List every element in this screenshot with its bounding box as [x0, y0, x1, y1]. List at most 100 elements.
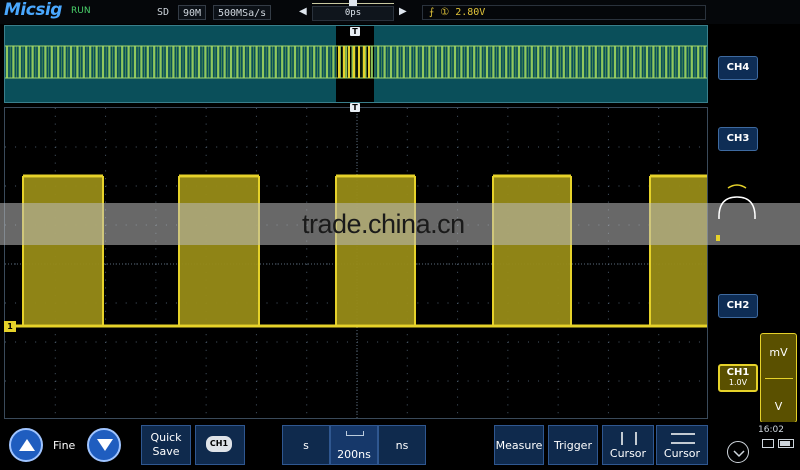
right-arrow-icon[interactable]: ▶ [399, 6, 407, 17]
quick-save-button[interactable]: Quick Save [141, 425, 191, 465]
grid-dot [135, 146, 137, 148]
acq-mode[interactable]: SD [153, 5, 173, 20]
cursor-vertical-button[interactable]: Cursor [602, 425, 654, 465]
memory-depth[interactable]: 90M [178, 5, 207, 20]
grid-dot [125, 341, 127, 343]
grid-dot [155, 380, 157, 382]
grid-dot [255, 131, 257, 133]
grid-dot [5, 185, 6, 187]
volt-up-mv[interactable]: mV [761, 346, 796, 359]
volt-scale-panel[interactable]: mV V [760, 333, 797, 423]
grid-dot [306, 365, 308, 367]
expand-chevron-button[interactable] [727, 441, 749, 463]
horizontal-cursor-icon [671, 433, 695, 444]
grid-dot [527, 380, 529, 382]
grid-dot [678, 146, 680, 148]
time-offset-indicator[interactable]: ◀ 0ps ▶ [298, 0, 410, 22]
grid-dot [437, 302, 439, 304]
grid-dot [406, 396, 408, 398]
run-state[interactable]: RUN [71, 6, 91, 16]
grid-dot [155, 154, 157, 156]
grid-dot [205, 139, 207, 141]
trigger-button[interactable]: Trigger [548, 425, 598, 465]
grid-dot [507, 115, 509, 117]
timebase-s-button[interactable]: s [282, 425, 330, 465]
grid-dot [276, 263, 278, 265]
grid-dot [658, 115, 660, 117]
grid-dot [186, 380, 188, 382]
overview-trigger-marker: T [350, 27, 360, 36]
grid-dot [628, 146, 630, 148]
grid-dot [105, 302, 107, 304]
scope-display[interactable] [4, 107, 708, 419]
timebase-value-button[interactable]: 200ns [330, 425, 378, 465]
grid-dot [548, 380, 550, 382]
grid-dot [387, 146, 389, 148]
grid-dot [607, 108, 609, 109]
grid-dot [698, 380, 700, 382]
trigger-info[interactable]: ⨍ ① 2.80V [422, 5, 706, 20]
grid-dot [175, 185, 177, 187]
grid-dot [507, 349, 509, 351]
grid-dot [105, 178, 107, 180]
grid-dot [266, 302, 268, 304]
grid-dot [196, 341, 198, 343]
volt-down-v[interactable]: V [761, 400, 796, 413]
measure-button[interactable]: Measure [494, 425, 544, 465]
grid-dot [205, 108, 207, 109]
grid-dot [45, 341, 47, 343]
channel-select-button[interactable]: CH1 [195, 425, 245, 465]
grid-dot [457, 146, 459, 148]
grid-dot [155, 388, 157, 390]
left-arrow-icon[interactable]: ◀ [299, 6, 307, 17]
waveform-overview[interactable] [4, 25, 708, 103]
grid-dot [316, 185, 318, 187]
grid-dot [75, 380, 77, 382]
ch1-button[interactable]: CH1 1.0V [718, 364, 758, 392]
grid-dot [105, 279, 107, 281]
grid-dot [145, 380, 147, 382]
grid-dot [457, 193, 459, 195]
grid-dot [95, 380, 97, 382]
grid-dot [477, 302, 479, 304]
grid-dot [607, 271, 609, 273]
fine-down-button[interactable] [87, 428, 121, 462]
grid-dot [457, 404, 459, 406]
grid-dot [356, 388, 358, 390]
grid-dot [628, 185, 630, 187]
grid-dot [276, 380, 278, 382]
sample-rate[interactable]: 500MSa/s [213, 5, 272, 20]
ch2-button[interactable]: CH2 [718, 294, 758, 318]
fine-up-button[interactable] [9, 428, 43, 462]
knob-icon[interactable] [716, 183, 758, 243]
grid-dot [457, 162, 459, 164]
cursor-horizontal-button[interactable]: Cursor [656, 425, 708, 465]
grid-dot [367, 146, 369, 148]
ch3-button[interactable]: CH3 [718, 127, 758, 151]
grid-dot [607, 248, 609, 250]
grid-dot [557, 139, 559, 141]
grid-dot [558, 146, 560, 148]
grid-dot [256, 341, 258, 343]
grid-dot [557, 388, 559, 390]
ch1-ground-marker[interactable]: 1 [4, 321, 16, 332]
timebase-ns-button[interactable]: ns [378, 425, 426, 465]
grid-dot [406, 357, 408, 359]
grid-dot [527, 341, 529, 343]
grid-dot [105, 404, 107, 406]
grid-dot [517, 341, 519, 343]
trigger-position-marker[interactable]: T [350, 103, 360, 112]
grid-dot [588, 263, 590, 265]
ch1-mini-badge: CH1 [206, 436, 232, 452]
grid-dot [155, 365, 157, 367]
ch4-button[interactable]: CH4 [718, 56, 758, 80]
grid-dot [306, 170, 308, 172]
grid-dot [447, 146, 449, 148]
grid-dot [286, 185, 288, 187]
grid-dot [206, 380, 208, 382]
grid-dot [105, 271, 107, 273]
grid-dot [105, 170, 107, 172]
grid-dot [196, 146, 198, 148]
grid-dot [607, 123, 609, 125]
screen-icon[interactable] [762, 439, 774, 448]
